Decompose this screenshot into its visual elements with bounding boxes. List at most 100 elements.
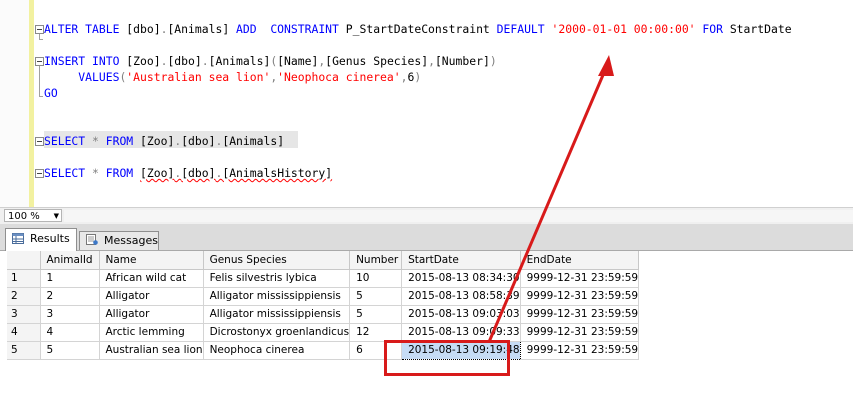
cell[interactable]: 3 (40, 305, 100, 324)
code-token: , (428, 54, 435, 68)
cell[interactable]: 5 (349, 305, 403, 324)
cell[interactable]: Alligator mississippiensis (203, 305, 351, 324)
zoom-bar: 100 % ▼ (0, 207, 853, 224)
code-line[interactable]: VALUES('Australian sea lion','Neophoca c… (44, 70, 421, 85)
cell[interactable]: 4 (40, 323, 100, 342)
collapse-toggle-icon[interactable] (35, 25, 44, 34)
horizontal-scrollbar[interactable] (64, 210, 853, 222)
cell[interactable]: 12 (349, 323, 403, 342)
code-line[interactable]: SELECT * FROM [Zoo].[dbo].[AnimalsHistor… (44, 166, 332, 181)
code-token: [Genus Species] (325, 54, 429, 68)
cell[interactable]: Alligator mississippiensis (203, 287, 351, 306)
code-token: [dbo] (167, 54, 202, 68)
selection-margin (0, 0, 29, 207)
cell[interactable]: 10 (349, 269, 403, 288)
code-token: . (201, 54, 209, 68)
code-token: VALUES (44, 70, 120, 84)
code-token: FROM (105, 166, 141, 180)
row-number[interactable]: 4 (7, 323, 41, 342)
column-header[interactable]: Name (99, 251, 204, 270)
cell[interactable]: 9999-12-31 23:59:59 (520, 287, 640, 306)
cell[interactable]: Alligator (99, 287, 204, 306)
code-token: DEFAULT (496, 22, 552, 36)
column-header[interactable]: Number (349, 251, 403, 270)
code-token: '2000-01-01 00:00:00' (551, 22, 696, 36)
cell[interactable]: 5 (349, 287, 403, 306)
table-row[interactable]: 2 2 Alligator Alligator mississippiensis… (7, 287, 640, 306)
cell[interactable]: 1 (40, 269, 100, 288)
header-row: AnimalId Name Genus Species Number Start… (7, 251, 640, 270)
column-header[interactable]: StartDate (401, 251, 521, 270)
tab-results[interactable]: Results (5, 228, 77, 251)
cell[interactable]: 2015-08-13 08:34:30 (401, 269, 521, 288)
row-number[interactable]: 3 (7, 305, 41, 324)
code-token: [Animals] (167, 22, 237, 36)
change-tracking-bar (29, 0, 34, 207)
cell[interactable]: Dicrostonyx groenlandicus (203, 323, 351, 342)
cell[interactable]: Alligator (99, 305, 204, 324)
code-token: [Zoo] (126, 54, 161, 68)
code-token: [Animals] (222, 134, 285, 148)
cell[interactable]: 2015-08-13 08:58:39 (401, 287, 521, 306)
code-token: INSERT INTO (44, 54, 127, 68)
collapse-toggle-icon[interactable] (35, 57, 44, 66)
grid-icon (12, 233, 24, 244)
cell[interactable]: 9999-12-31 23:59:59 (520, 323, 640, 342)
table-row[interactable]: 1 1 African wild cat Felis silvestris ly… (7, 269, 640, 288)
outline-tick (39, 96, 43, 97)
row-number[interactable]: 2 (7, 287, 41, 306)
cell[interactable]: African wild cat (99, 269, 204, 288)
code-token: [dbo] (126, 22, 161, 36)
zoom-select[interactable]: 100 % ▼ (4, 209, 62, 222)
cell[interactable]: 2015-08-13 09:03:03 (401, 305, 521, 324)
code-token: SELECT (44, 134, 93, 148)
code-token: * (92, 166, 106, 180)
code-token: [Number] (434, 54, 490, 68)
results-grid[interactable]: AnimalId Name Genus Species Number Start… (7, 251, 640, 360)
code-line[interactable]: GO (44, 86, 58, 101)
row-number[interactable]: 5 (7, 341, 41, 360)
cell[interactable]: Felis silvestris lybica (203, 269, 351, 288)
cell[interactable]: 2015-08-13 09:09:33 (401, 323, 521, 342)
cell[interactable]: Neophoca cinerea (203, 341, 351, 360)
query-editor[interactable]: ALTER TABLE [dbo]. [Animals] ADD CONSTRAI… (0, 0, 853, 207)
cell[interactable]: 9999-12-31 23:59:59 (520, 305, 640, 324)
code-token: FROM (105, 134, 141, 148)
table-row[interactable]: 3 3 Alligator Alligator mississippiensis… (7, 305, 640, 324)
code-token: ADD CONSTRAINT (236, 22, 346, 36)
table-row[interactable]: 5 5 Australian sea lion Neophoca cinerea… (7, 340, 640, 360)
tab-messages-label: Messages (104, 234, 158, 247)
code-token: ) (414, 70, 422, 84)
row-number[interactable]: 1 (7, 269, 41, 288)
zoom-value: 100 % (8, 211, 40, 222)
column-header[interactable] (7, 251, 41, 270)
column-header[interactable]: EndDate (520, 251, 640, 270)
tab-messages[interactable]: Messages (79, 231, 159, 250)
cell[interactable]: 2 (40, 287, 100, 306)
messages-icon (86, 234, 98, 245)
chevron-down-icon: ▼ (53, 212, 59, 220)
code-line[interactable]: ALTER TABLE [dbo].[Animals] ADD CONSTRAI… (44, 22, 792, 37)
cell[interactable]: 9999-12-31 23:59:59 (520, 269, 640, 288)
code-line[interactable]: INSERT INTO [Zoo].[dbo].[Animals]([Name]… (44, 54, 497, 69)
column-header[interactable]: AnimalId (40, 251, 100, 270)
code-token: P_StartDateConstraint (345, 22, 497, 36)
code-token: ALTER TABLE (44, 22, 127, 36)
outline-tick (39, 39, 43, 40)
collapse-toggle-icon[interactable] (35, 169, 44, 178)
code-token: FOR (695, 22, 730, 36)
cell[interactable]: 5 (40, 341, 100, 360)
highlight-box (384, 340, 510, 376)
column-header[interactable]: Genus Species (203, 251, 351, 270)
code-token: [dbo] (181, 166, 216, 180)
cell[interactable]: Arctic lemming (99, 323, 204, 342)
table-row[interactable]: 4 4 Arctic lemming Dicrostonyx groenland… (7, 323, 640, 342)
cell[interactable]: 9999-12-31 23:59:59 (520, 341, 640, 360)
collapse-toggle-icon[interactable] (35, 137, 44, 146)
results-grid-panel[interactable]: AnimalId Name Genus Species Number Start… (0, 251, 853, 410)
code-line[interactable]: SELECT * FROM [Zoo].[dbo].[Animals] (44, 134, 284, 149)
code-token: StartDate (729, 22, 792, 36)
code-token: [Name] (277, 54, 319, 68)
cell[interactable]: Australian sea lion (99, 341, 204, 360)
code-token: * (92, 134, 106, 148)
